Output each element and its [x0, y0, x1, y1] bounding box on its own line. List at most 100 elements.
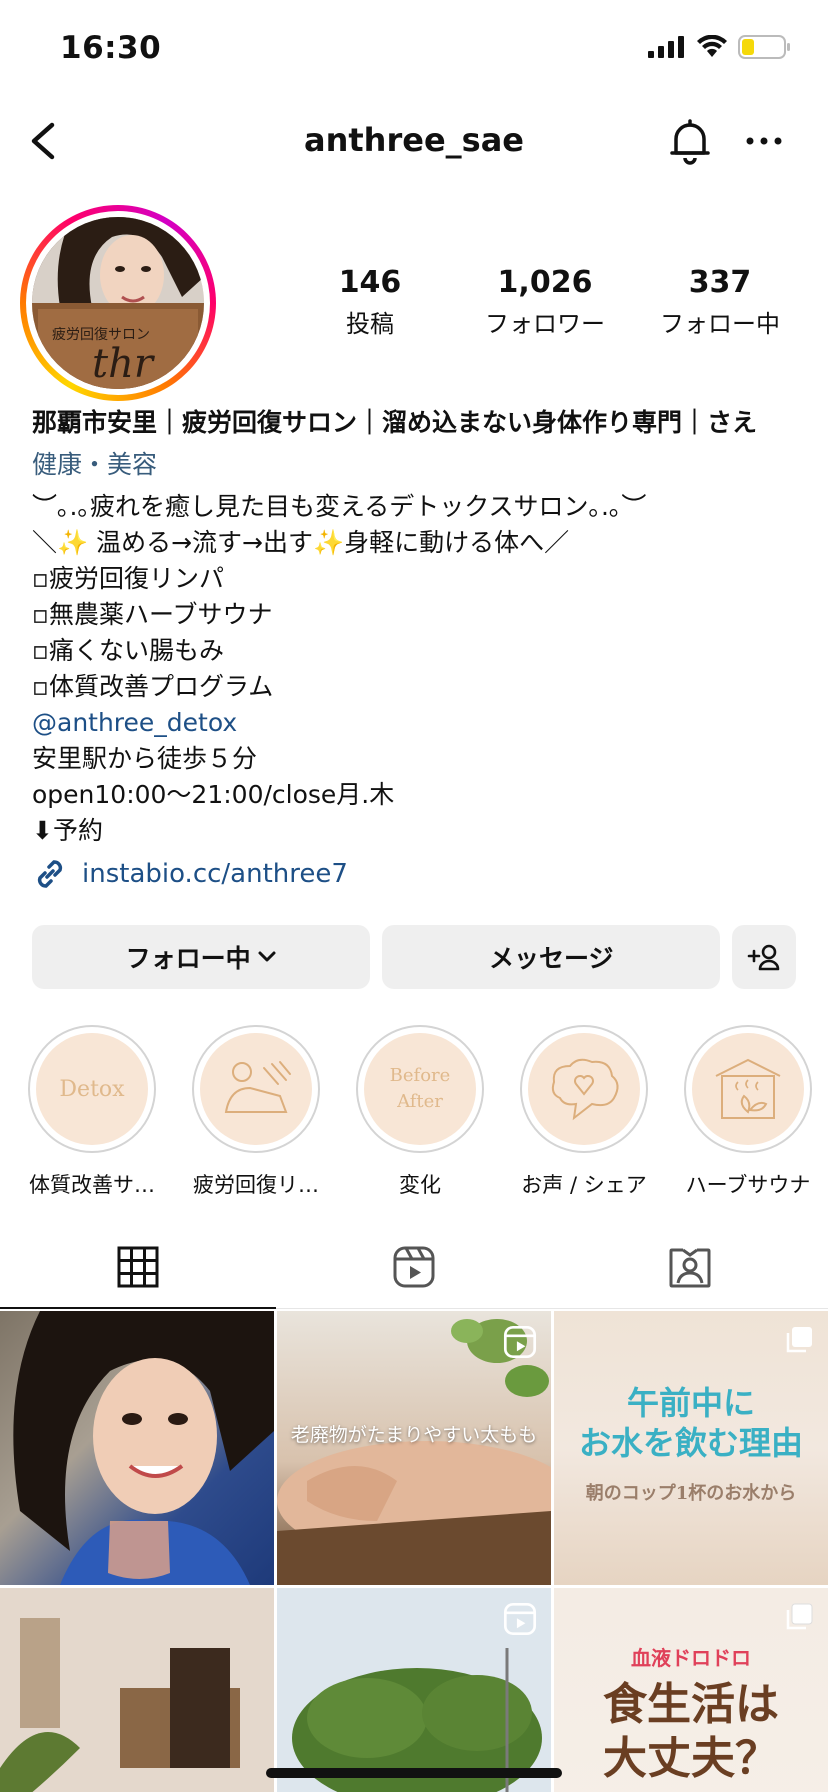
post-photo	[13, 1311, 274, 1585]
highlight-cover-text: Detox	[59, 1076, 125, 1102]
story-highlights: Detox 体質改善サ… 疲労回復リ… Before After 変化 お声 /…	[0, 1025, 828, 1197]
highlight-label: 変化	[399, 1173, 441, 1197]
massage-icon	[224, 1061, 291, 1113]
highlight-cover	[692, 1033, 804, 1145]
post-thumbnail[interactable]: 老廃物がたまりやすい太もも	[277, 1311, 551, 1585]
stat-following-count: 337	[688, 265, 752, 300]
tagged-person-icon	[669, 1248, 711, 1288]
highlight-item[interactable]: Before After 変化	[350, 1025, 490, 1199]
highlight-item[interactable]: お声 / シェア	[514, 1025, 654, 1199]
wifi-icon	[697, 35, 727, 57]
bio-line: 安里駅から徒歩５分	[32, 744, 258, 773]
highlight-label: お声 / シェア	[521, 1173, 647, 1197]
post-thumbnail[interactable]	[277, 1588, 551, 1792]
bio-line: ▫︎疲労回復リンパ	[32, 564, 224, 593]
bio-text: ︶｡.｡疲れを癒し見た目も変えるデトックスサロン｡.｡︶ ＼✨ 温める→流す→出…	[32, 489, 812, 849]
post-title-line: お水を飲む理由	[578, 1424, 803, 1462]
profile-display-name: 那覇市安里｜疲労回復サロン｜溜め込まない身体作り専門｜さえ	[32, 408, 758, 437]
highlight-ring	[192, 1025, 320, 1153]
carousel-icon	[786, 1327, 812, 1353]
chevron-down-icon	[258, 951, 276, 962]
following-button-label: フォロー中	[125, 944, 251, 973]
highlight-ring	[520, 1025, 648, 1153]
avatar-photo: 疲労回復サロン thr	[32, 217, 204, 389]
post-thumbnail[interactable]: 午前中に お水を飲む理由 朝のコップ1杯のお水から	[554, 1311, 828, 1585]
stat-posts-count: 146	[338, 265, 402, 300]
bio-line: ⬇︎予約	[32, 816, 103, 845]
nav-bar: anthree_sae	[0, 105, 828, 177]
highlight-item[interactable]: 疲労回復リ…	[186, 1025, 326, 1199]
svg-text:thr: thr	[92, 341, 156, 387]
suggest-people-button[interactable]	[732, 925, 796, 989]
profile-tabs	[0, 1225, 828, 1309]
bio-line: ▫︎痛くない腸もみ	[32, 636, 224, 665]
active-tab-indicator	[0, 1307, 276, 1309]
highlight-cover: Detox	[36, 1033, 148, 1145]
grid-icon	[117, 1246, 159, 1288]
highlight-item[interactable]: Detox 体質改善サ…	[22, 1025, 162, 1199]
bio-line: ▫︎体質改善プログラム	[32, 672, 274, 701]
post-title-line: 午前中に	[626, 1384, 755, 1422]
stat-followers-label: フォロワー	[485, 310, 605, 338]
signal-icon	[648, 36, 684, 58]
battery-icon	[738, 35, 790, 59]
stat-following[interactable]: 337 フォロー中	[640, 265, 800, 339]
tab-posts-grid[interactable]	[0, 1225, 276, 1309]
following-button[interactable]: フォロー中	[32, 925, 371, 989]
highlight-label: 体質改善サ…	[29, 1173, 155, 1197]
post-subtitle-overlay: 朝のコップ1杯のお水から	[585, 1483, 797, 1504]
bio-line: ▫︎無農薬ハーブサウナ	[32, 600, 273, 629]
profile-category: 健康・美容	[32, 450, 158, 479]
stat-posts[interactable]: 146 投稿	[290, 265, 450, 339]
highlight-ring	[684, 1025, 812, 1153]
sauna-icon	[715, 1058, 781, 1119]
highlight-ring: Before After	[356, 1025, 484, 1153]
bio-mention-link[interactable]: @anthree_detox	[32, 705, 812, 741]
tab-tagged[interactable]	[552, 1225, 828, 1309]
post-title-overlay: 食生活は 大丈夫？	[554, 1678, 828, 1786]
bell-icon[interactable]	[664, 115, 716, 167]
highlight-cover: Before After	[364, 1033, 476, 1145]
reel-icon	[503, 1602, 537, 1636]
post-thumbnail[interactable]	[0, 1311, 274, 1585]
highlight-label: ハーブサウナ	[685, 1173, 811, 1197]
post-title-line: 食生活は	[603, 1679, 779, 1730]
stat-following-label: フォロー中	[660, 310, 780, 338]
status-time: 16:30	[60, 30, 162, 66]
post-subtitle-overlay: 血液ドロドロ	[631, 1646, 751, 1670]
highlight-cover-text: Before After	[389, 1065, 451, 1112]
add-person-icon	[747, 944, 780, 971]
avatar-illustration: 疲労回復サロン thr	[32, 217, 204, 389]
status-icons	[648, 34, 792, 60]
message-button[interactable]: メッセージ	[382, 925, 721, 989]
home-indicator[interactable]	[266, 1768, 562, 1778]
stat-followers-count: 1,026	[497, 265, 593, 300]
post-title-overlay: 午前中に お水を飲む理由	[554, 1383, 828, 1463]
profile-avatar[interactable]: 疲労回復サロン thr	[20, 205, 216, 401]
message-button-label: メッセージ	[489, 944, 614, 973]
post-caption-overlay: 老廃物がたまりやすい太もも	[290, 1424, 538, 1446]
highlight-cover	[200, 1033, 312, 1145]
highlight-ring: Detox	[28, 1025, 156, 1153]
highlight-label: 疲労回復リ…	[193, 1173, 319, 1197]
bio-website-link[interactable]: instabio.cc/anthree7	[32, 856, 348, 892]
highlight-cover	[528, 1033, 640, 1145]
post-thumbnail[interactable]	[0, 1588, 274, 1792]
bio-line: ︶｡.｡疲れを癒し見た目も変えるデトックスサロン｡.｡︶	[32, 492, 647, 521]
highlight-item[interactable]: ハーブサウナ	[678, 1025, 818, 1199]
status-bar: 16:30	[0, 0, 828, 96]
link-icon	[37, 860, 63, 888]
reels-icon	[393, 1246, 435, 1288]
profile-bio: 那覇市安里｜疲労回復サロン｜溜め込まない身体作り専門｜さえ 健康・美容 ︶｡.｡…	[32, 403, 812, 849]
post-title-line: 大丈夫？	[603, 1733, 779, 1784]
carousel-icon	[786, 1603, 813, 1630]
speech-heart-icon	[551, 1058, 619, 1121]
tab-reels[interactable]	[276, 1225, 552, 1309]
post-thumbnail[interactable]: 血液ドロドロ 食生活は 大丈夫？	[554, 1588, 828, 1792]
stat-followers[interactable]: 1,026 フォロワー	[465, 265, 625, 339]
more-options-icon[interactable]	[742, 127, 786, 155]
bio-line: ＼✨ 温める→流す→出す✨身軽に動ける体へ／	[32, 528, 570, 557]
reel-icon	[503, 1325, 537, 1359]
stat-posts-label: 投稿	[346, 310, 394, 338]
bio-website-url: instabio.cc/anthree7	[82, 859, 348, 889]
